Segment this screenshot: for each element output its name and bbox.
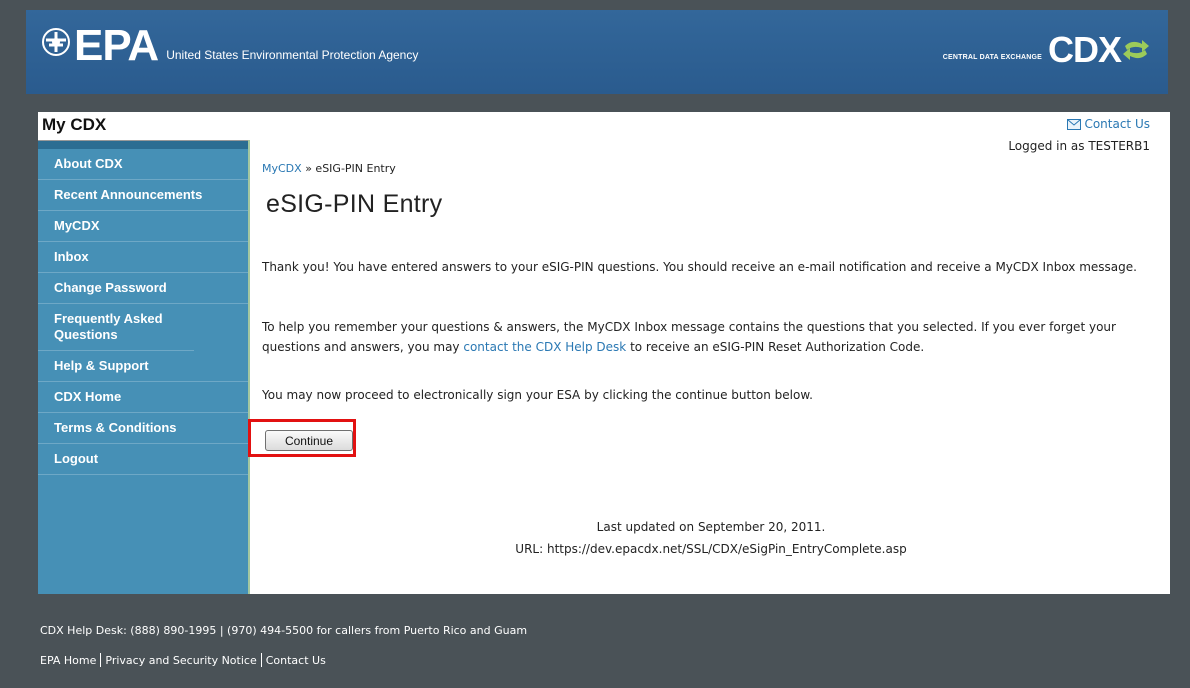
continue-highlight-box: Continue: [248, 419, 356, 457]
sidebar-border: [248, 140, 250, 594]
sidebar-item-recent-announcements[interactable]: Recent Announcements: [38, 180, 248, 211]
footer-link-privacy[interactable]: Privacy and Security Notice: [105, 654, 256, 667]
epa-logo-text: EPA: [74, 21, 159, 70]
sidebar-item-about-cdx[interactable]: About CDX: [38, 149, 248, 180]
breadcrumb-current: eSIG-PIN Entry: [315, 162, 396, 175]
continue-button[interactable]: Continue: [265, 430, 353, 451]
breadcrumb-link-mycdx[interactable]: MyCDX: [262, 162, 302, 175]
sidebar-item-inbox[interactable]: Inbox: [38, 242, 248, 273]
confirmation-paragraph: Thank you! You have entered answers to y…: [262, 260, 1137, 274]
breadcrumb-separator: »: [305, 162, 312, 175]
reminder-text-end: to receive an eSIG-PIN Reset Authorizati…: [626, 340, 925, 354]
sidebar-item-mycdx[interactable]: MyCDX: [38, 211, 248, 242]
exchange-arrows-icon: [1123, 40, 1149, 60]
contact-us-label: Contact Us: [1084, 117, 1150, 131]
last-updated: Last updated on September 20, 2011.: [596, 520, 826, 534]
contact-us-link[interactable]: Contact Us: [1067, 117, 1150, 131]
reminder-paragraph: To help you remember your questions & an…: [262, 317, 1160, 357]
footer-divider: [260, 653, 262, 667]
footer-link-epa-home[interactable]: EPA Home: [40, 654, 96, 667]
help-desk-link[interactable]: contact the CDX Help Desk: [463, 340, 626, 354]
footer-links: EPA Home Privacy and Security Notice Conta…: [40, 653, 326, 667]
sidebar-item-faq[interactable]: Frequently Asked Questions: [38, 304, 194, 351]
cdx-logo-text: CDX: [1047, 29, 1122, 70]
sidebar-item-logout[interactable]: Logout: [38, 444, 248, 475]
footer-divider: [100, 653, 102, 667]
sidebar: My CDX About CDX Recent Announcements My…: [38, 112, 248, 594]
main-frame: My CDX About CDX Recent Announcements My…: [38, 112, 1170, 594]
sidebar-item-terms-conditions[interactable]: Terms & Conditions: [38, 413, 248, 444]
agency-name: United States Environmental Protection A…: [166, 48, 419, 62]
cdx-logo[interactable]: CENTRAL DATA EXCHANGE CDX: [943, 32, 1150, 68]
content-area: Contact Us Logged in as TESTERB1 MyCDX »…: [248, 112, 1160, 594]
breadcrumb: MyCDX » eSIG-PIN Entry: [262, 162, 396, 175]
cdx-subtitle: CENTRAL DATA EXCHANGE: [942, 54, 1042, 61]
footer-link-contact-us[interactable]: Contact Us: [266, 654, 326, 667]
sidebar-divider: [38, 141, 248, 149]
sidebar-item-change-password[interactable]: Change Password: [38, 273, 248, 304]
envelope-icon: [1067, 118, 1082, 130]
epa-logo[interactable]: EPA United States Environmental Protecti…: [42, 24, 418, 68]
site-header: EPA United States Environmental Protecti…: [26, 10, 1168, 94]
logged-in-status: Logged in as TESTERB1: [1008, 139, 1150, 153]
sidebar-item-cdx-home[interactable]: CDX Home: [38, 382, 248, 413]
proceed-paragraph: You may now proceed to electronically si…: [262, 388, 813, 402]
sidebar-item-help-support[interactable]: Help & Support: [38, 351, 248, 382]
sidebar-title: My CDX: [38, 112, 248, 141]
page-title: eSIG-PIN Entry: [266, 190, 443, 218]
help-desk-info: CDX Help Desk: (888) 890-1995 | (970) 49…: [40, 624, 528, 637]
epa-seal-icon: [42, 28, 70, 56]
page-url: URL: https://dev.epacdx.net/SSL/CDX/eSig…: [515, 542, 907, 556]
